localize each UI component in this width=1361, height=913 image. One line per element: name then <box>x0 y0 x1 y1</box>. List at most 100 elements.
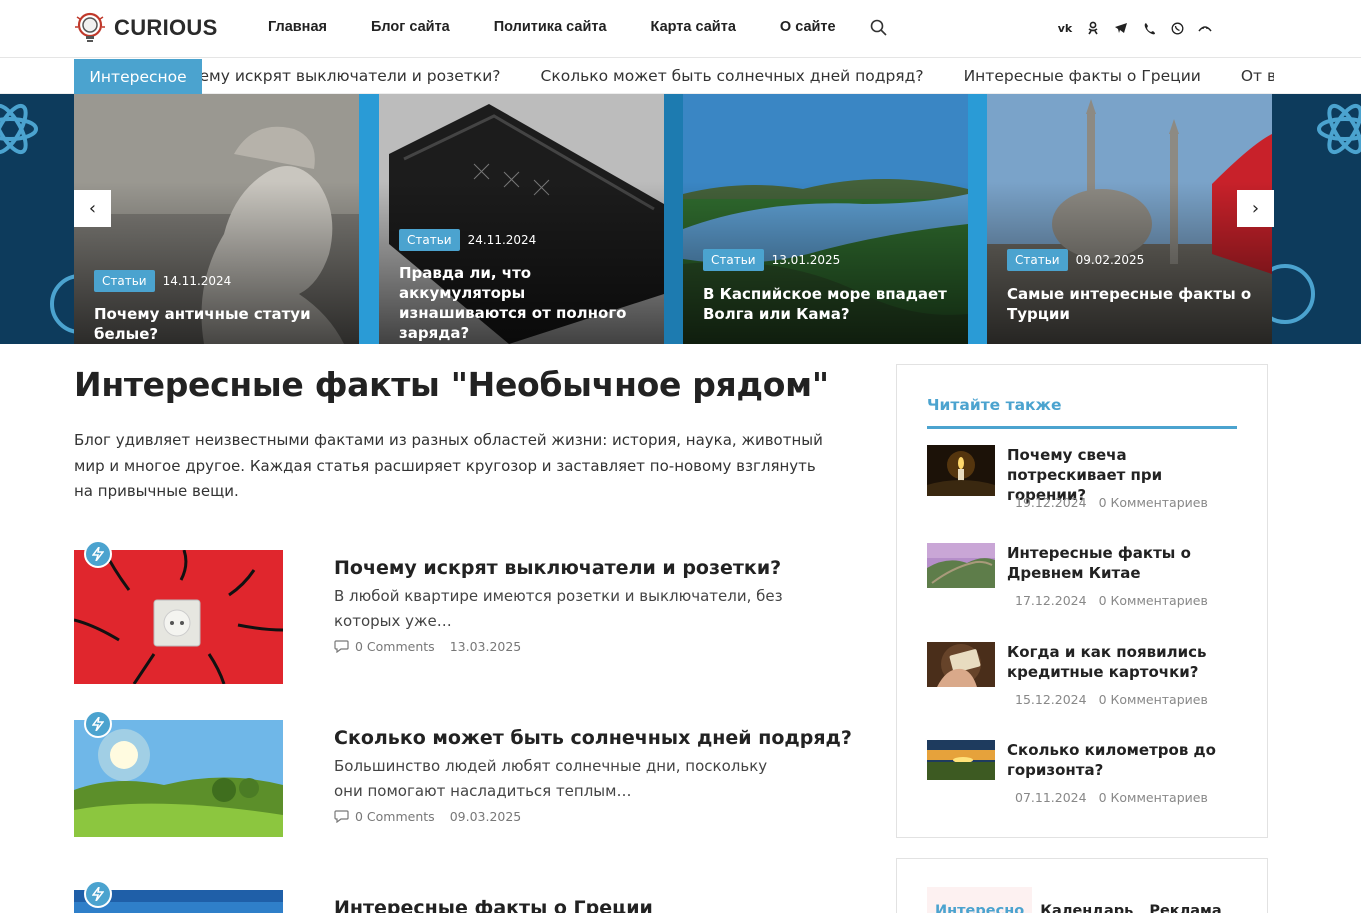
sidebar-thumbnail[interactable] <box>927 543 995 588</box>
viber-icon[interactable] <box>1141 20 1157 36</box>
sidebar-post-meta: 15.12.2024 0 Комментариев <box>1015 692 1208 707</box>
post-excerpt: В любой квартире имеются розетки и выклю… <box>334 587 783 630</box>
ticker-track: …ему искрят выключатели и розетки? Скольк… <box>202 59 1274 94</box>
tab-interesting[interactable]: Интересно <box>927 887 1033 913</box>
post-title[interactable]: Почему искрят выключатели и розетки? <box>334 557 781 579</box>
sidebar-thumbnail[interactable] <box>927 445 995 496</box>
featured-slider: Статьи 14.11.2024 Почему античные статуи… <box>0 94 1361 344</box>
sidebar-post-date: 17.12.2024 <box>1015 593 1087 608</box>
sidebar-thumbnail[interactable] <box>927 740 995 780</box>
widget-divider <box>927 426 1237 429</box>
sidebar-post[interactable]: Сколько километров до горизонта? 07.11.2… <box>927 740 1237 820</box>
sidebar-post-title[interactable]: Интересные факты о Древнем Китае <box>1007 543 1242 583</box>
nav-item-policy[interactable]: Политика сайта <box>494 19 607 35</box>
slide-card[interactable]: Статьи 24.11.2024 Правда ли, что аккумул… <box>379 94 664 344</box>
nav-item-about[interactable]: О сайте <box>780 19 836 35</box>
post-excerpt: Большинство людей любят солнечные дни, п… <box>334 757 768 800</box>
tab-calendar[interactable]: Календарь <box>1032 887 1141 913</box>
candle-image <box>927 445 995 496</box>
slide-card[interactable]: Статьи 09.02.2025 Самые интересные факты… <box>987 94 1272 344</box>
logo-text: CURIOUS <box>114 15 218 40</box>
news-ticker: Интересное …ему искрят выключатели и роз… <box>0 59 1361 94</box>
sunny-meadow-image <box>74 720 283 837</box>
widget-heading: Читайте также <box>927 396 1062 414</box>
sidebar-post-date: 15.12.2024 <box>1015 692 1087 707</box>
telegram-icon[interactable] <box>1113 20 1129 36</box>
sidebar-post-comments[interactable]: 0 Комментариев <box>1099 790 1208 805</box>
lightning-badge-icon <box>84 710 112 738</box>
tab-ads[interactable]: Реклама <box>1141 887 1229 913</box>
sidebar-post-meta: 17.12.2024 0 Комментариев <box>1015 593 1208 608</box>
nav-item-blog[interactable]: Блог сайта <box>371 19 450 35</box>
ticker-item[interactable]: Сколько может быть солнечных дней подряд… <box>541 67 924 85</box>
comments-count[interactable]: 0 Comments <box>355 639 435 654</box>
vk-icon[interactable]: vk <box>1057 20 1073 36</box>
nav-item-home[interactable]: Главная <box>268 19 327 35</box>
post-card: Сколько может быть солнечных дней подряд… <box>74 710 854 850</box>
slide-date: 24.11.2024 <box>467 233 537 247</box>
sidebar-thumbnail[interactable] <box>927 642 995 687</box>
sidebar-post-title[interactable]: Когда и как появились кредитные карточки… <box>1007 642 1242 682</box>
comment-icon <box>334 810 349 823</box>
slide-title[interactable]: Почему античные статуи белые? <box>94 304 344 344</box>
post-card: Интересные факты о Греции <box>74 880 854 913</box>
site-logo[interactable]: CURIOUS <box>74 10 218 46</box>
slide-title[interactable]: Правда ли, что аккумуляторы изнашиваются… <box>399 263 649 343</box>
post-meta: 0 Comments 09.03.2025 <box>334 809 521 824</box>
slider-next-button[interactable]: › <box>1237 190 1274 227</box>
slide-date: 14.11.2024 <box>162 274 232 288</box>
lightbulb-logo-icon <box>75 12 105 42</box>
socket-image <box>74 550 283 684</box>
sidebar-post-date: 07.11.2024 <box>1015 790 1087 805</box>
sidebar-post-meta: 07.11.2024 0 Комментариев <box>1015 790 1208 805</box>
max-icon[interactable] <box>1197 20 1213 36</box>
ticker-item[interactable]: Интересные факты о Греции <box>964 67 1201 85</box>
sidebar-post[interactable]: Когда и как появились кредитные карточки… <box>927 642 1237 722</box>
whatsapp-icon[interactable] <box>1169 20 1185 36</box>
search-icon[interactable] <box>870 19 887 36</box>
sidebar-post[interactable]: Интересные факты о Древнем Китае 17.12.2… <box>927 543 1237 623</box>
social-links: vk <box>1057 20 1225 36</box>
sidebar-post-comments[interactable]: 0 Комментариев <box>1099 692 1208 707</box>
comments-count[interactable]: 0 Comments <box>355 809 435 824</box>
ticker-item[interactable]: От всех ли газо… <box>1241 67 1274 85</box>
slide-date: 09.02.2025 <box>1075 253 1145 267</box>
post-thumbnail[interactable] <box>74 550 283 684</box>
nav-item-sitemap[interactable]: Карта сайта <box>651 19 736 35</box>
lightning-badge-icon <box>84 540 112 568</box>
great-wall-image <box>927 543 995 588</box>
credit-card-image <box>927 642 995 687</box>
sidebar-post-comments[interactable]: 0 Комментариев <box>1099 495 1208 510</box>
sidebar-post-comments[interactable]: 0 Комментариев <box>1099 593 1208 608</box>
slide-title[interactable]: В Каспийское море впадает Волга или Кама… <box>703 284 953 324</box>
slide-card[interactable]: Статьи 14.11.2024 Почему античные статуи… <box>74 94 359 344</box>
post-meta: 0 Comments 13.03.2025 <box>334 639 521 654</box>
read-also-widget: Читайте также Почему свеча потрескивает … <box>896 364 1268 838</box>
lightning-badge-icon <box>84 880 112 908</box>
post-card: Почему искрят выключатели и розетки? В л… <box>74 540 854 690</box>
intro-text: Блог удивляет неизвестными фактами из ра… <box>74 431 823 500</box>
slider-prev-button[interactable]: ‹ <box>74 190 111 227</box>
post-date: 13.03.2025 <box>449 639 522 654</box>
category-tag[interactable]: Статьи <box>703 249 764 271</box>
category-tag[interactable]: Статьи <box>1007 249 1068 271</box>
sidebar-post-title[interactable]: Сколько километров до горизонта? <box>1007 740 1242 780</box>
sidebar-post[interactable]: Почему свеча потрескивает при горении? 1… <box>927 445 1237 525</box>
category-tag[interactable]: Статьи <box>399 229 460 251</box>
ticker-item[interactable]: …ему искрят выключатели и розетки? <box>202 67 501 85</box>
widget-tabs: Интересно Календарь Реклама <box>927 887 1230 913</box>
slide-card[interactable]: Статьи 13.01.2025 В Каспийское море впад… <box>683 94 968 344</box>
comment-icon <box>334 640 349 653</box>
sidebar-post-meta: 19.12.2024 0 Комментариев <box>1015 495 1208 510</box>
post-title[interactable]: Интересные факты о Греции <box>334 897 653 913</box>
page-title: Интересные факты "Необычное рядом" <box>74 365 829 404</box>
ok-icon[interactable] <box>1085 20 1101 36</box>
post-thumbnail[interactable] <box>74 720 283 837</box>
horizon-image <box>927 740 995 780</box>
main-nav: Главная Блог сайта Политика сайта Карта … <box>268 19 880 35</box>
category-tag[interactable]: Статьи <box>94 270 155 292</box>
slide-title[interactable]: Самые интересные факты о Турции <box>1007 284 1257 324</box>
sidebar-post-date: 19.12.2024 <box>1015 495 1087 510</box>
ticker-label: Интересное <box>74 59 202 94</box>
post-title[interactable]: Сколько может быть солнечных дней подряд… <box>334 727 852 749</box>
